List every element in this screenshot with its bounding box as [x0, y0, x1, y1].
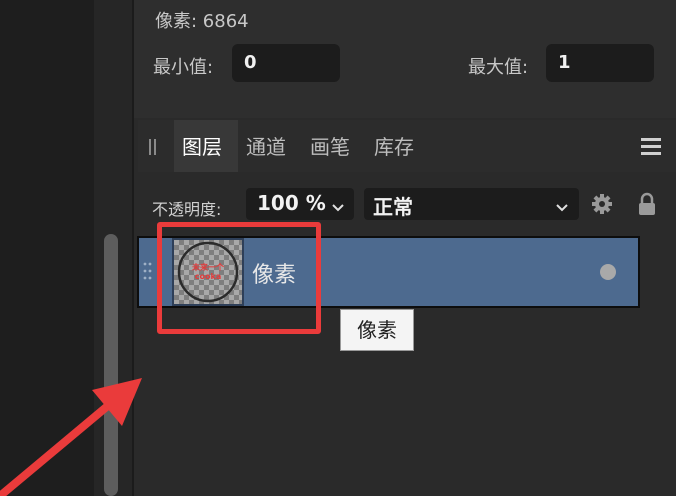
blend-mode-value: 正常	[373, 195, 413, 219]
arrow-annotation	[0, 378, 142, 496]
menu-icon[interactable]	[640, 135, 662, 157]
opacity-value: 100 %	[257, 191, 326, 215]
chevron-down-icon	[332, 198, 344, 217]
opacity-dropdown[interactable]: 100 %	[246, 188, 354, 220]
max-label: 最大值:	[468, 57, 529, 78]
tab-layers[interactable]: 图层	[182, 131, 222, 160]
tab-brushes[interactable]: 画笔	[310, 131, 350, 160]
tooltip: 像素	[340, 309, 414, 351]
min-label: 最小值:	[153, 57, 214, 78]
lock-icon[interactable]	[637, 191, 657, 217]
blend-mode-dropdown[interactable]: 正常	[364, 188, 579, 220]
drag-grip-icon[interactable]	[148, 137, 158, 157]
chevron-down-icon	[556, 198, 568, 217]
pixel-count: 像素: 6864	[155, 11, 249, 32]
max-value-field[interactable]: 1	[546, 44, 654, 82]
tab-channels[interactable]: 通道	[246, 131, 286, 160]
highlight-annotation	[157, 222, 321, 334]
opacity-label: 不透明度:	[152, 200, 222, 219]
drag-grip-icon[interactable]	[143, 261, 153, 281]
gear-icon[interactable]	[591, 193, 613, 215]
visibility-dot-icon[interactable]	[600, 264, 616, 280]
min-value-field[interactable]: 0	[232, 44, 340, 82]
tab-stock[interactable]: 库存	[374, 131, 414, 160]
